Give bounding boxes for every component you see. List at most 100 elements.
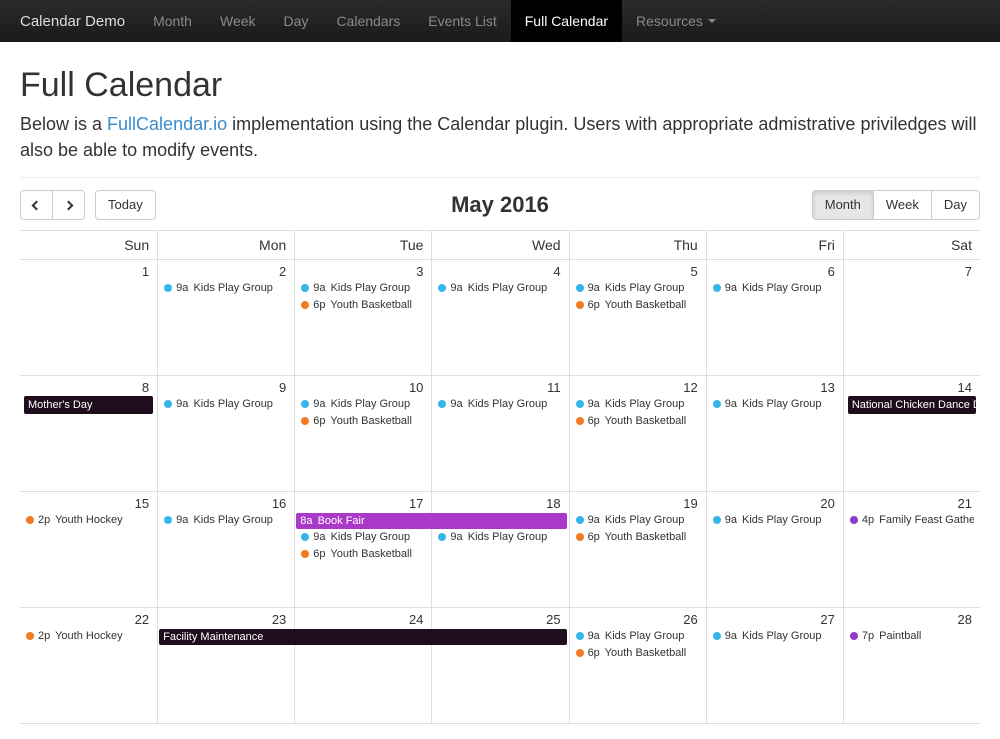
calendar-week: 222p Youth Hockey 23 2425269a Kids Play Gr… [20, 608, 980, 724]
event-time: 9a [176, 514, 188, 526]
calendar-day[interactable]: 169a Kids Play Group [157, 492, 294, 608]
calendar-event[interactable]: 9a Kids Play Group [713, 512, 837, 529]
calendar-day[interactable]: 25 [431, 608, 568, 724]
calendar-day[interactable]: 152p Youth Hockey [20, 492, 157, 608]
calendar-event[interactable]: 9a Kids Play Group [301, 396, 425, 413]
calendar-day[interactable]: 189a Kids Play Group [431, 492, 568, 608]
calendar-event[interactable]: 9a Kids Play Group [438, 280, 562, 297]
navbar-item-full-calendar[interactable]: Full Calendar [511, 0, 622, 42]
calendar-day[interactable]: 29a Kids Play Group [157, 260, 294, 376]
calendar-event[interactable]: 9a Kids Play Group [164, 512, 288, 529]
calendar-day[interactable]: 287p Paintball [843, 608, 980, 724]
event-time: 6p [313, 415, 325, 427]
calendar-event[interactable]: 7p Paintball [850, 628, 974, 645]
calendar-day[interactable]: 69a Kids Play Group [706, 260, 843, 376]
calendar-day[interactable]: 49a Kids Play Group [431, 260, 568, 376]
calendar-event-multiday[interactable]: Facility Maintenance [159, 629, 566, 645]
day-number: 15 [24, 494, 153, 511]
calendar-event-multiday[interactable]: 8a Book Fair [296, 513, 566, 529]
calendar-event[interactable]: 9a Kids Play Group [713, 396, 837, 413]
calendar-day[interactable]: 39a Kids Play Group6p Youth Basketball [294, 260, 431, 376]
calendar-day[interactable]: 199a Kids Play Group6p Youth Basketball [569, 492, 706, 608]
calendar-event[interactable]: 9a Kids Play Group [301, 280, 425, 297]
event-dot-icon [26, 516, 34, 524]
calendar-event[interactable]: Mother's Day [24, 396, 153, 415]
event-time: 6p [588, 531, 600, 543]
view-day-button[interactable]: Day [932, 190, 980, 220]
calendar-event[interactable]: 9a Kids Play Group [438, 529, 562, 546]
calendar-event[interactable]: 6p Youth Basketball [576, 645, 700, 662]
calendar-day[interactable]: 214p Family Feast Gathering [843, 492, 980, 608]
calendar-day[interactable]: 209a Kids Play Group [706, 492, 843, 608]
calendar-day[interactable]: 24 [294, 608, 431, 724]
event-dot-icon [301, 550, 309, 558]
event-title: Kids Play Group [602, 398, 685, 410]
day-number: 24 [299, 610, 427, 627]
event-title: Youth Hockey [52, 514, 122, 526]
calendar-event[interactable]: 9a Kids Play Group [438, 396, 562, 413]
calendar-day[interactable]: 179a Kids Play Group6p Youth Basketball [294, 492, 431, 608]
navbar-item-events-list[interactable]: Events List [414, 0, 510, 42]
calendar-event[interactable]: 9a Kids Play Group [576, 396, 700, 413]
navbar-item-week[interactable]: Week [206, 0, 270, 42]
view-month-button[interactable]: Month [812, 190, 874, 220]
calendar-event[interactable]: 2p Youth Hockey [26, 512, 151, 529]
calendar-day[interactable]: 269a Kids Play Group6p Youth Basketball [569, 608, 706, 724]
view-week-button[interactable]: Week [874, 190, 932, 220]
calendar-event[interactable]: 9a Kids Play Group [576, 280, 700, 297]
calendar-day[interactable]: 109a Kids Play Group6p Youth Basketball [294, 376, 431, 492]
event-time: 9a [725, 282, 737, 294]
navbar-item-day[interactable]: Day [270, 0, 323, 42]
event-time: 9a [313, 282, 325, 294]
calendar-day[interactable]: 279a Kids Play Group [706, 608, 843, 724]
day-number: 6 [711, 262, 839, 279]
navbar-resources[interactable]: Resources [622, 0, 730, 42]
calendar-day[interactable]: 14National Chicken Dance Da [843, 376, 980, 492]
navbar-item-month[interactable]: Month [139, 0, 206, 42]
calendar-event[interactable]: 9a Kids Play Group [576, 628, 700, 645]
calendar-event[interactable]: 6p Youth Basketball [576, 529, 700, 546]
calendar-day[interactable]: 59a Kids Play Group6p Youth Basketball [569, 260, 706, 376]
nav-button-group [20, 190, 85, 220]
chevron-left-icon [32, 201, 42, 211]
calendar-event[interactable]: 9a Kids Play Group [713, 628, 837, 645]
intro-link[interactable]: FullCalendar.io [107, 114, 227, 134]
calendar-day[interactable]: 23 [157, 608, 294, 724]
next-button[interactable] [53, 190, 85, 220]
calendar-event[interactable]: 9a Kids Play Group [576, 512, 700, 529]
calendar-day[interactable]: 8Mother's Day [20, 376, 157, 492]
event-title: Youth Basketball [328, 299, 412, 311]
calendar-week: 8Mother's Day99a Kids Play Group109a Kid… [20, 376, 980, 492]
calendar-event[interactable]: 2p Youth Hockey [26, 628, 151, 645]
event-title: Kids Play Group [465, 531, 548, 543]
calendar-event[interactable]: 6p Youth Basketball [301, 413, 425, 430]
calendar-event[interactable]: 9a Kids Play Group [301, 529, 425, 546]
calendar-event[interactable]: 9a Kids Play Group [713, 280, 837, 297]
calendar-event[interactable]: 9a Kids Play Group [164, 280, 288, 297]
event-title: Youth Basketball [602, 299, 686, 311]
calendar-event[interactable]: National Chicken Dance Da [848, 396, 976, 415]
navbar-brand[interactable]: Calendar Demo [12, 0, 139, 42]
calendar-day[interactable]: 222p Youth Hockey [20, 608, 157, 724]
event-title: Youth Basketball [602, 415, 686, 427]
calendar-event[interactable]: 9a Kids Play Group [164, 396, 288, 413]
calendar-day[interactable]: 99a Kids Play Group [157, 376, 294, 492]
calendar-event[interactable]: 6p Youth Basketball [301, 297, 425, 314]
calendar-event[interactable]: 4p Family Feast Gathering [850, 512, 974, 529]
prev-button[interactable] [20, 190, 53, 220]
calendar-event[interactable]: 6p Youth Basketball [576, 297, 700, 314]
calendar-event[interactable]: 6p Youth Basketball [576, 413, 700, 430]
day-number: 27 [711, 610, 839, 627]
calendar-day[interactable]: 119a Kids Play Group [431, 376, 568, 492]
navbar-item-calendars[interactable]: Calendars [322, 0, 414, 42]
calendar-day[interactable]: 139a Kids Play Group [706, 376, 843, 492]
event-title: Kids Play Group [739, 398, 822, 410]
event-time: 9a [725, 398, 737, 410]
calendar-day[interactable]: 1 [20, 260, 157, 376]
day-number: 23 [162, 610, 290, 627]
calendar-event[interactable]: 6p Youth Basketball [301, 546, 425, 563]
today-button[interactable]: Today [95, 190, 156, 220]
event-dot-icon [713, 400, 721, 408]
calendar-day[interactable]: 129a Kids Play Group6p Youth Basketball [569, 376, 706, 492]
calendar-day[interactable]: 7 [843, 260, 980, 376]
